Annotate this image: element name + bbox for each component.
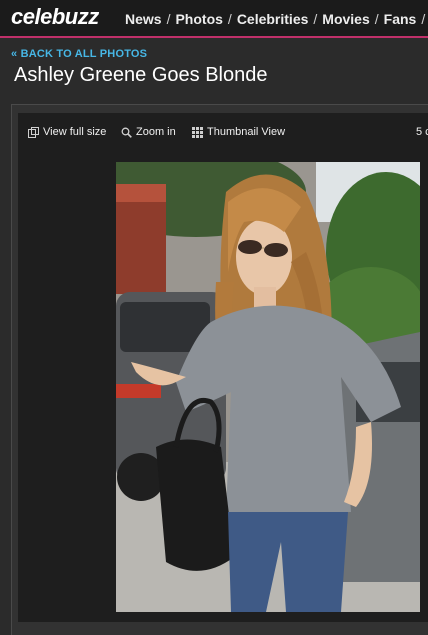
view-full-size-button[interactable]: View full size — [28, 126, 106, 138]
thumbnail-view-label: Thumbnail View — [207, 126, 286, 138]
nav-item-celebrities[interactable]: Celebrities — [237, 11, 309, 27]
photo-illustration — [116, 162, 420, 612]
photo-count: 5 c — [416, 126, 428, 138]
nav-item-movies[interactable]: Movies — [322, 11, 369, 27]
view-full-size-label: View full size — [43, 126, 107, 138]
thumbnail-view-button[interactable]: Thumbnail View — [192, 126, 285, 138]
expand-icon — [28, 126, 39, 138]
grid-icon — [192, 126, 203, 138]
nav-item-photos[interactable]: Photos — [175, 11, 222, 27]
photo-count-label: 5 c — [416, 126, 428, 138]
nav-item-news[interactable]: News — [125, 11, 162, 27]
main-nav: News/Photos/Celebrities/Movies/Fans/B — [125, 11, 426, 27]
celebuzz-logo[interactable]: celebuzz — [11, 4, 99, 30]
magnifier-icon — [121, 127, 132, 138]
gallery-toolbar: View full size Zoom in Thumbnail View 5 … — [18, 119, 428, 147]
zoom-in-label: Zoom in — [136, 126, 176, 138]
back-to-all-photos-link[interactable]: « BACK TO ALL PHOTOS — [11, 48, 147, 60]
page-title: Ashley Greene Goes Blonde — [14, 64, 268, 86]
gallery-photo[interactable] — [116, 162, 420, 612]
zoom-in-button[interactable]: Zoom in — [121, 126, 176, 138]
nav-item-fans[interactable]: Fans — [384, 11, 417, 27]
logo-text: celebuzz — [11, 4, 99, 29]
site-header: celebuzz News / Photos / Celebrities / Movies /… — [0, 0, 428, 38]
